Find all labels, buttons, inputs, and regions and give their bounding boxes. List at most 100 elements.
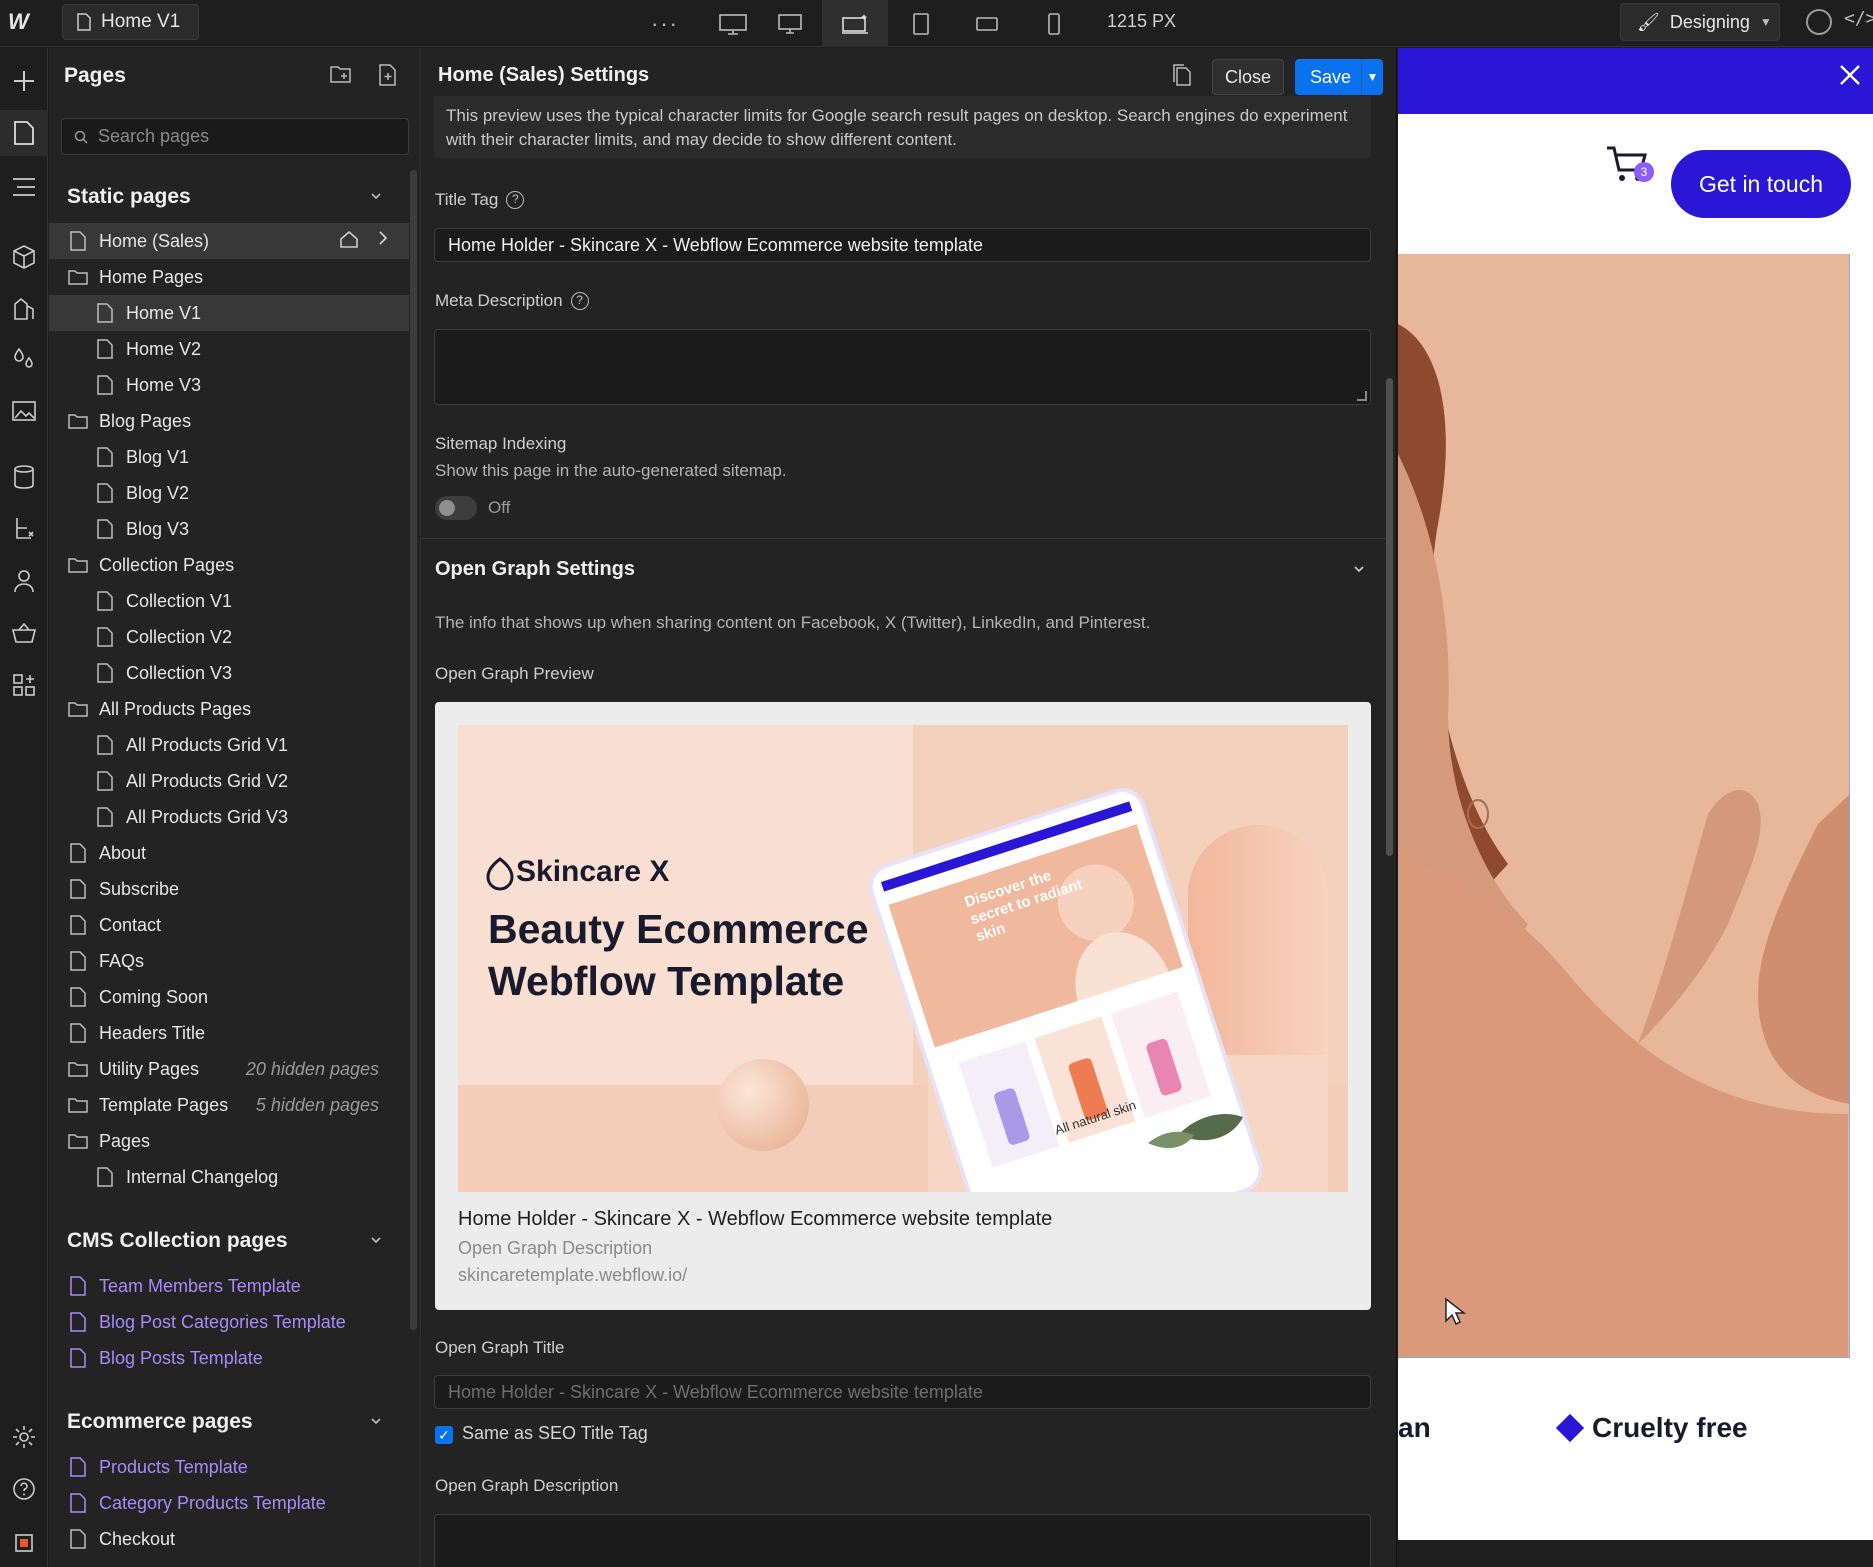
breakpoint-tablet-icon[interactable]	[888, 0, 954, 47]
page-item-label: Home (Sales)	[99, 230, 210, 251]
page-item[interactable]: Home V1	[49, 295, 409, 331]
meta-description-input[interactable]	[434, 329, 1371, 405]
settings-scrollbar[interactable]	[1386, 378, 1393, 856]
pages-scrollbar[interactable]	[410, 170, 417, 1330]
folder-icon	[67, 1130, 89, 1152]
page-item[interactable]: Blog Post Categories Template	[49, 1304, 409, 1340]
page-item[interactable]: All Products Pages	[49, 691, 409, 727]
duplicate-icon[interactable]	[1172, 64, 1192, 91]
hero-image[interactable]	[1398, 254, 1850, 1358]
help-icon[interactable]: ?	[570, 292, 589, 310]
resize-handle-icon[interactable]	[1357, 391, 1367, 401]
get-in-touch-button[interactable]: Get in touch	[1671, 150, 1851, 218]
variables-icon[interactable]	[0, 336, 48, 382]
navigator-icon[interactable]	[0, 164, 48, 210]
same-as-seo-label[interactable]: Same as SEO Title Tag	[462, 1423, 648, 1444]
page-item[interactable]: Blog Posts Template	[49, 1340, 409, 1376]
page-item[interactable]: Blog Pages	[49, 403, 409, 439]
page-item[interactable]: Collection V3	[49, 655, 409, 691]
breakpoint-base-icon[interactable]	[822, 0, 888, 47]
chevron-right-icon[interactable]	[377, 230, 389, 253]
page-item[interactable]: Home V3	[49, 367, 409, 403]
code-export-icon[interactable]: </>	[1844, 8, 1873, 29]
webflow-logo-icon[interactable]: W	[8, 10, 40, 34]
canvas-width-readout[interactable]: 1215 PX	[1107, 0, 1176, 47]
ecommerce-icon[interactable]	[0, 610, 48, 656]
page-icon	[67, 986, 89, 1008]
page-item[interactable]: Team Members Template	[49, 1268, 409, 1304]
page-item[interactable]: Coming Soon	[49, 979, 409, 1015]
page-item[interactable]: Home (Sales)	[49, 223, 409, 259]
chevron-down-icon[interactable]	[369, 189, 383, 208]
open-graph-header[interactable]: Open Graph Settings	[435, 558, 635, 581]
same-as-seo-checkbox[interactable]: ✓	[435, 1426, 453, 1444]
search-pages-input[interactable]	[98, 126, 398, 147]
og-description-input[interactable]	[434, 1514, 1371, 1567]
page-item[interactable]: Blog V1	[49, 439, 409, 475]
page-item[interactable]: Blog V3	[49, 511, 409, 547]
page-item[interactable]: Home V2	[49, 331, 409, 367]
page-item[interactable]: Collection V2	[49, 619, 409, 655]
page-item[interactable]: Collection Pages	[49, 547, 409, 583]
page-item[interactable]: All Products Grid V2	[49, 763, 409, 799]
page-item[interactable]: Home Pages	[49, 259, 409, 295]
ecommerce-pages-header[interactable]: Ecommerce pages	[67, 1410, 253, 1434]
page-item[interactable]: All Products Grid V1	[49, 727, 409, 763]
help-icon[interactable]: ?	[506, 191, 525, 209]
settings-gear-icon[interactable]	[0, 1414, 48, 1460]
save-options-chevron-icon[interactable]: ▼	[1361, 59, 1383, 95]
page-icon	[67, 1347, 89, 1369]
new-page-icon[interactable]	[379, 64, 397, 91]
users-icon[interactable]	[0, 558, 48, 604]
breakpoint-mobile-landscape-icon[interactable]	[954, 0, 1020, 47]
chevron-down-icon[interactable]	[369, 1233, 383, 1252]
cms-icon[interactable]	[0, 454, 48, 500]
pages-icon[interactable]	[0, 110, 48, 156]
page-item[interactable]: Subscribe	[49, 871, 409, 907]
page-item[interactable]: Utility Pages 20 hidden pages	[49, 1051, 409, 1087]
publish-status-icon[interactable]	[1806, 9, 1832, 35]
page-item[interactable]: Contact	[49, 907, 409, 943]
more-icon[interactable]: ···	[632, 0, 698, 47]
page-item[interactable]: Internal Changelog	[49, 1159, 409, 1195]
new-folder-icon[interactable]	[330, 64, 352, 89]
page-item[interactable]: Category Products Template	[49, 1485, 409, 1521]
sitemap-toggle[interactable]	[435, 496, 477, 520]
page-item[interactable]: All Products Grid V3	[49, 799, 409, 835]
close-button[interactable]: Close	[1212, 59, 1285, 95]
chevron-down-icon[interactable]	[369, 1414, 383, 1433]
components-icon[interactable]	[0, 234, 48, 280]
page-item[interactable]: Collection V1	[49, 583, 409, 619]
page-item[interactable]: Blog V2	[49, 475, 409, 511]
style-manager-icon[interactable]	[0, 286, 48, 332]
page-item[interactable]: Checkout	[49, 1521, 409, 1557]
og-title-input[interactable]: Home Holder - Skincare X - Webflow Ecomm…	[434, 1375, 1371, 1409]
page-item[interactable]: Pages	[49, 1123, 409, 1159]
cms-pages-header[interactable]: CMS Collection pages	[67, 1229, 288, 1253]
assets-icon[interactable]	[0, 388, 48, 434]
page-item[interactable]: FAQs	[49, 943, 409, 979]
title-tag-input[interactable]: Home Holder - Skincare X - Webflow Ecomm…	[434, 228, 1371, 262]
page-item[interactable]: About	[49, 835, 409, 871]
help-icon[interactable]	[0, 1466, 48, 1512]
save-button[interactable]: Save ▼	[1295, 59, 1383, 95]
page-item[interactable]: Template Pages 5 hidden pages	[49, 1087, 409, 1123]
page-item[interactable]: Headers Title	[49, 1015, 409, 1051]
page-item[interactable]: Products Template	[49, 1449, 409, 1485]
mode-dropdown[interactable]: 🖌 Designing ▼	[1620, 3, 1780, 41]
record-icon[interactable]	[0, 1520, 48, 1566]
promo-banner	[1398, 48, 1873, 114]
chevron-down-icon[interactable]	[1352, 562, 1366, 581]
add-icon[interactable]	[0, 58, 48, 104]
design-canvas[interactable]: 3 Get in touch an Cruelty free	[1398, 48, 1873, 1567]
current-page-selector[interactable]: Home V1	[62, 4, 200, 40]
apps-icon[interactable]	[0, 662, 48, 708]
static-pages-header[interactable]: Static pages	[67, 185, 191, 209]
page-item-label: All Products Pages	[99, 698, 252, 719]
breakpoint-desktop-icon[interactable]	[757, 0, 823, 47]
breakpoint-mobile-portrait-icon[interactable]	[1021, 0, 1087, 47]
folder-icon	[67, 1058, 89, 1080]
og-preview-url: skincaretemplate.webflow.io/	[458, 1265, 688, 1285]
logic-icon[interactable]	[0, 506, 48, 552]
close-icon[interactable]	[1837, 62, 1863, 93]
